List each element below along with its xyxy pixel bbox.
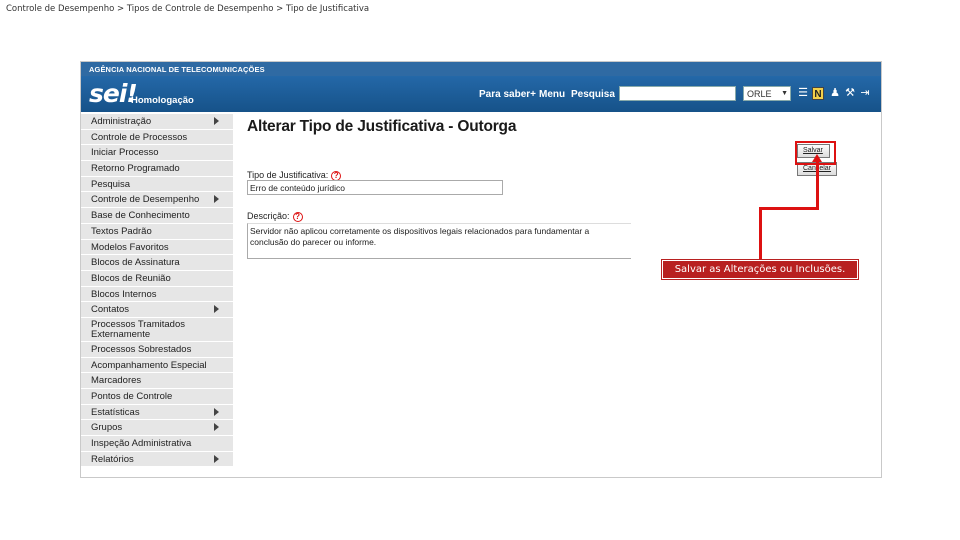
sidebar-item[interactable]: Inspeção Administrativa xyxy=(81,436,233,452)
sidebar-item[interactable]: Relatórios xyxy=(81,451,233,468)
environment-label: Homologação xyxy=(131,95,194,106)
sidebar-item[interactable]: Textos Padrão xyxy=(81,223,233,240)
sidebar-item-label: Blocos de Reunião xyxy=(91,272,171,284)
list-icon[interactable]: ☰ xyxy=(797,87,809,100)
action-buttons: Salvar Cancelar xyxy=(795,141,877,180)
sidebar-item[interactable]: Processos Tramitados Externamente xyxy=(81,317,233,342)
sidebar-item-label: Blocos Internos xyxy=(91,288,157,300)
n-icon[interactable]: N xyxy=(812,87,824,100)
agency-name: AGÊNCIA NACIONAL DE TELECOMUNICAÇÕES xyxy=(81,62,881,76)
sidebar-item-label: Controle de Processos xyxy=(91,131,188,143)
sidebar-item-label: Pesquisa xyxy=(91,178,131,190)
chevron-right-icon xyxy=(214,454,219,463)
nav-menu[interactable]: Menu xyxy=(539,89,565,100)
exit-icon[interactable]: ⇥ xyxy=(859,87,871,100)
nav-pesquisa[interactable]: Pesquisa xyxy=(571,89,615,100)
sidebar-item[interactable]: Controle de Processos xyxy=(81,129,233,146)
chevron-down-icon: ▼ xyxy=(781,90,788,97)
sidebar-item-label: Inspeção Administrativa xyxy=(91,438,192,450)
sidebar-item-label: Blocos de Assinatura xyxy=(91,257,180,269)
sidebar-item[interactable]: Grupos xyxy=(81,420,233,437)
sidebar-item[interactable]: Iniciar Processo xyxy=(81,145,233,162)
sidebar-item-label: Marcadores xyxy=(91,375,142,387)
callout-line xyxy=(759,207,819,210)
sei-logo[interactable]: sei! xyxy=(89,79,138,108)
sidebar-item[interactable]: Acompanhamento Especial xyxy=(81,357,233,374)
top-header: sei! Homologação Para saber+ Menu Pesqui… xyxy=(81,76,881,112)
sidebar-item-label: Contatos xyxy=(91,304,130,316)
sidebar-item[interactable]: Processos Sobrestados xyxy=(81,341,233,358)
callout-note: Salvar as Alterações ou Inclusões. xyxy=(661,259,859,280)
sidebar-item[interactable]: Base de Conhecimento xyxy=(81,208,233,224)
unit-select[interactable]: ORLE ▼ xyxy=(743,86,791,101)
sidebar-item[interactable]: Marcadores xyxy=(81,373,233,389)
search-input[interactable] xyxy=(619,86,736,101)
sidebar-item-label: Estatísticas xyxy=(91,406,140,418)
sidebar-item-label: Administração xyxy=(91,116,152,127)
user-icon[interactable]: ♟ xyxy=(829,87,841,100)
descricao-label-row: Descrição:? xyxy=(247,211,303,222)
descricao-textarea[interactable]: Servidor não aplicou corretamente os dis… xyxy=(247,223,631,259)
unit-select-value: ORLE xyxy=(747,89,772,99)
chevron-right-icon xyxy=(214,305,219,314)
tipo-label: Tipo de Justificativa: xyxy=(247,170,329,180)
sidebar-item[interactable]: Controle de Desempenho xyxy=(81,192,233,209)
sidebar-item-label: Processos Tramitados Externamente xyxy=(91,318,185,340)
sidebar-item[interactable]: Blocos de Assinatura xyxy=(81,255,233,271)
callout-line xyxy=(816,160,819,210)
wrench-icon[interactable]: ⚒ xyxy=(844,87,856,100)
callout-line xyxy=(759,207,762,260)
sidebar-item-label: Controle de Desempenho xyxy=(91,194,200,206)
chevron-right-icon xyxy=(214,407,219,416)
chevron-right-icon xyxy=(214,117,219,125)
sidebar-item[interactable]: Blocos de Reunião xyxy=(81,270,233,287)
sidebar-item-label: Modelos Favoritos xyxy=(91,241,169,253)
sidebar-item[interactable]: Pontos de Controle xyxy=(81,389,233,405)
sidebar-item-label: Processos Sobrestados xyxy=(91,343,192,355)
sidebar-item-label: Grupos xyxy=(91,422,123,434)
sidebar-item[interactable]: Retorno Programado xyxy=(81,161,233,177)
page-title: Alterar Tipo de Justificativa - Outorga xyxy=(247,118,517,135)
sidebar-item[interactable]: Administração xyxy=(81,114,233,130)
nav-para-saber[interactable]: Para saber+ xyxy=(479,89,536,100)
sidebar-item-label: Acompanhamento Especial xyxy=(91,359,207,371)
breadcrumb: Controle de Desempenho > Tipos de Contro… xyxy=(6,4,370,14)
sidebar-item-label: Pontos de Controle xyxy=(91,391,173,402)
chevron-right-icon xyxy=(214,423,219,432)
sidebar-item-label: Iniciar Processo xyxy=(91,147,159,159)
sidebar-item-label: Base de Conhecimento xyxy=(91,210,190,222)
sidebar-item-label: Relatórios xyxy=(91,453,134,465)
sidebar-item[interactable]: Blocos Internos xyxy=(81,286,233,303)
tipo-justificativa-input[interactable]: Erro de conteúdo jurídico xyxy=(247,180,503,195)
chevron-right-icon xyxy=(214,195,219,204)
main-content: Alterar Tipo de Justificativa - Outorga … xyxy=(247,118,877,259)
sidebar-item-label: Textos Padrão xyxy=(91,225,152,237)
descricao-label: Descrição: xyxy=(247,211,290,221)
help-icon[interactable]: ? xyxy=(292,211,303,222)
sidebar-item-label: Retorno Programado xyxy=(91,163,180,175)
sidebar-item[interactable]: Estatísticas xyxy=(81,404,233,421)
sidebar-item[interactable]: Contatos xyxy=(81,302,233,318)
sidebar-item[interactable]: Pesquisa xyxy=(81,176,233,193)
sidebar-item[interactable]: Modelos Favoritos xyxy=(81,239,233,256)
sidebar-menu: Administração Controle de Processos Inicia… xyxy=(81,114,233,468)
